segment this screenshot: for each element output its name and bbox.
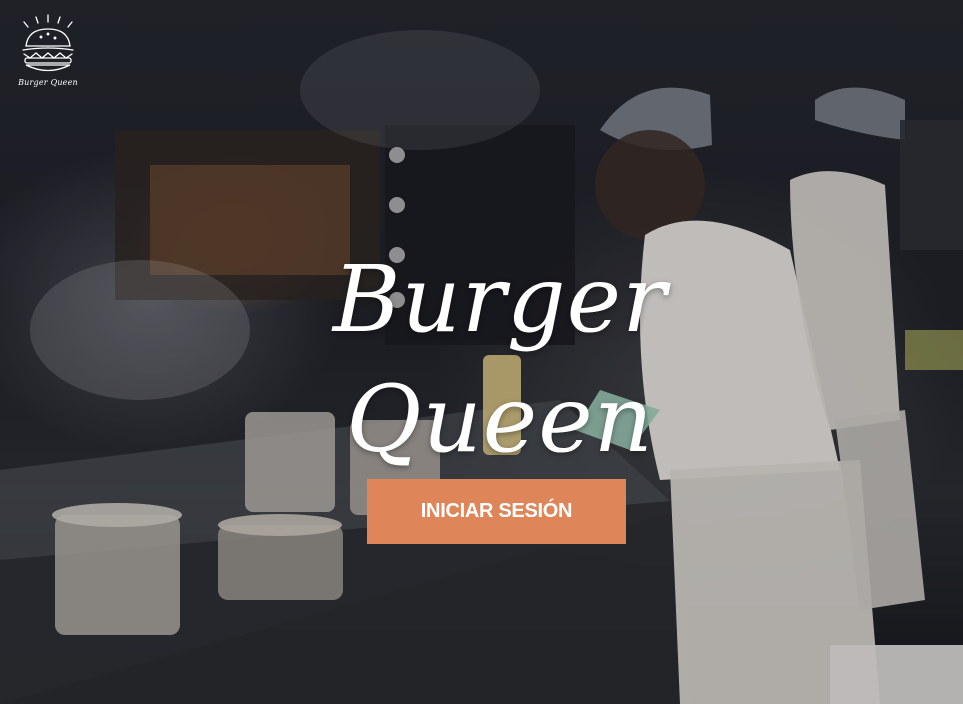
logo[interactable]: Burger Queen — [14, 12, 84, 92]
logo-caption: Burger Queen — [18, 78, 78, 87]
burger-icon — [22, 14, 74, 72]
brand-title: Burger Queen — [332, 246, 668, 473]
login-button[interactable]: INICIAR SESIÓN — [367, 479, 626, 544]
